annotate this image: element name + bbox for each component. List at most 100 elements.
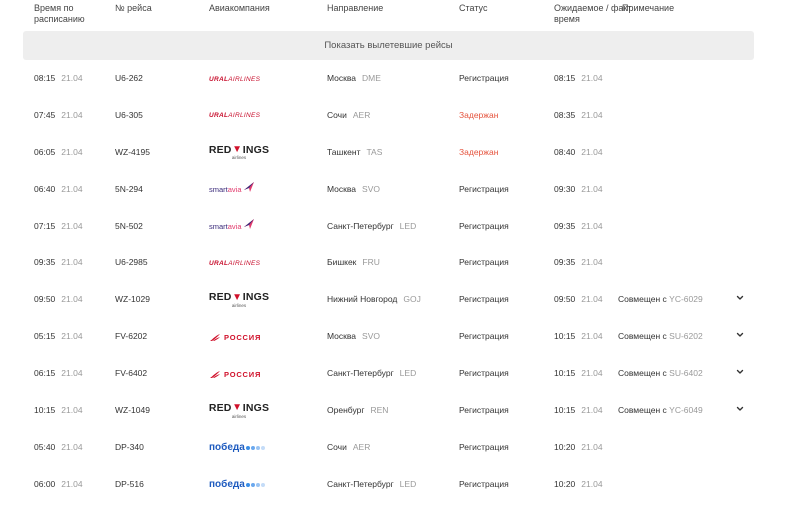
destination-city: Санкт-Петербург	[327, 368, 394, 379]
expected-time: 09:35	[554, 220, 576, 231]
chevron-down-icon[interactable]	[735, 404, 745, 414]
flight-row[interactable]: 09:50 21.04 WZ-1029 RED ▼ INGS airlines Нижний …	[0, 281, 800, 318]
rossiya-logo: РОССИЯ	[209, 333, 261, 342]
flight-number: U6-262	[115, 73, 143, 83]
plane-icon	[243, 219, 254, 230]
flight-number: WZ-4195	[115, 146, 150, 157]
destination-code: LED	[399, 368, 417, 379]
airline-logo: smart avia	[209, 214, 279, 240]
wing-icon: ▼	[232, 291, 243, 303]
flights-list: 08:15 21.04 U6-262 URALAIRLINES Москва DME Рег…	[0, 60, 800, 503]
flight-status: Регистрация	[459, 73, 509, 83]
scheduled-cell: 06:05 21.04	[34, 147, 83, 158]
flight-number: 5N-502	[115, 220, 143, 231]
scheduled-cell: 07:15 21.04	[34, 221, 83, 232]
scheduled-date: 21.04	[61, 73, 83, 83]
scheduled-date: 21.04	[61, 405, 83, 416]
expected-cell: 08:35 21.04	[554, 110, 603, 121]
scheduled-date: 21.04	[61, 368, 83, 379]
flight-row[interactable]: 06:00 21.04 DP-516 победа Санкт-Петербург LED…	[0, 466, 800, 503]
flight-row[interactable]: 05:40 21.04 DP-340 победа Сочи AER Регистрация…	[0, 429, 800, 466]
flight-status: Регистрация	[459, 405, 509, 416]
airline-logo: победа	[209, 472, 279, 498]
expected-date: 21.04	[581, 331, 603, 342]
scheduled-time: 05:15	[34, 331, 56, 342]
airline-logo: РОССИЯ	[209, 324, 279, 350]
note-code: SU-6402	[669, 368, 703, 379]
scheduled-cell: 07:45 21.04	[34, 110, 83, 121]
expected-cell: 10:15 21.04	[554, 331, 603, 342]
chevron-down-icon[interactable]	[735, 293, 745, 303]
destination-city: Оренбург	[327, 405, 365, 416]
expected-time: 09:50	[554, 294, 576, 305]
flight-row[interactable]: 09:35 21.04 U6-2985 URALAIRLINES Бишкек FRU Ре…	[0, 244, 800, 281]
scheduled-cell: 09:35 21.04	[34, 257, 83, 268]
destination-city: Москва	[327, 331, 357, 342]
note-text: Совмещен с	[618, 331, 667, 342]
airline-logo: победа	[209, 435, 279, 461]
header-status: Статус	[459, 3, 488, 13]
destination-cell: Санкт-Петербург LED	[327, 368, 416, 379]
flight-number: FV-6202	[115, 331, 148, 342]
header-note: Примечание	[622, 3, 675, 13]
destination-city: Бишкек	[327, 257, 357, 268]
destination-cell: Бишкек FRU	[327, 257, 380, 268]
destination-cell: Сочи AER	[327, 442, 370, 453]
flight-row[interactable]: 06:40 21.04 5N-294 smart avia Москва SVO Регист…	[0, 171, 800, 208]
flight-number: U6-2985	[115, 257, 148, 268]
flight-row[interactable]: 07:45 21.04 U6-305 URALAIRLINES Сочи AER Задер…	[0, 97, 800, 134]
destination-code: REN	[370, 405, 389, 416]
note-code: SU-6202	[669, 331, 703, 342]
destination-city: Санкт-Петербург	[327, 478, 394, 489]
chevron-down-icon[interactable]	[735, 330, 745, 340]
expected-time: 10:20	[554, 478, 576, 489]
scheduled-date: 21.04	[61, 331, 83, 342]
wing-icon	[210, 370, 220, 378]
flight-status: Задержан	[459, 146, 499, 157]
wing-icon	[210, 333, 220, 341]
expected-date: 21.04	[581, 478, 603, 489]
destination-cell: Ташкент TAS	[327, 147, 382, 158]
flight-row[interactable]: 07:15 21.04 5N-502 smart avia Санкт-Петербург…	[0, 208, 800, 245]
flight-row[interactable]: 05:15 21.04 FV-6202 РОССИЯ Москва SVO Регистра…	[0, 318, 800, 355]
note-text: Совмещен с	[618, 405, 667, 416]
flight-status: Регистрация	[459, 478, 509, 489]
note-cell: Совмещен с YC-6029	[618, 294, 703, 305]
airline-logo: smart avia	[209, 177, 279, 203]
airline-logo: RED ▼ INGS airlines	[209, 398, 279, 424]
flight-row[interactable]: 10:15 21.04 WZ-1049 RED ▼ INGS airlines Оренбур…	[0, 392, 800, 429]
destination-cell: Москва SVO	[327, 184, 380, 195]
destination-cell: Санкт-Петербург LED	[327, 221, 416, 232]
flight-row[interactable]: 06:15 21.04 FV-6402 РОССИЯ Санкт-Петербург LE…	[0, 355, 800, 392]
flight-row[interactable]: 06:05 21.04 WZ-4195 RED ▼ INGS airlines Ташкент…	[0, 134, 800, 171]
expected-cell: 10:20 21.04	[554, 479, 603, 490]
flight-status: Регистрация	[459, 220, 509, 231]
expected-date: 21.04	[581, 405, 603, 416]
destination-cell: Оренбург REN	[327, 405, 388, 416]
chevron-down-icon[interactable]	[735, 367, 745, 377]
rossiya-logo: РОССИЯ	[209, 370, 261, 379]
flight-number: 5N-294	[115, 183, 143, 194]
expected-time: 08:35	[554, 109, 576, 120]
flight-number: WZ-1049	[115, 405, 150, 416]
scheduled-date: 21.04	[61, 220, 83, 231]
expected-cell: 08:40 21.04	[554, 147, 603, 158]
flight-status: Задержан	[459, 109, 499, 120]
expected-date: 21.04	[581, 294, 603, 305]
destination-cell: Москва SVO	[327, 331, 380, 342]
flight-row[interactable]: 08:15 21.04 U6-262 URALAIRLINES Москва DME Рег…	[0, 60, 800, 97]
note-cell: Совмещен с SU-6202	[618, 331, 703, 342]
destination-city: Москва	[327, 73, 357, 83]
show-departed-button[interactable]: Показать вылетевшие рейсы	[23, 31, 754, 60]
scheduled-time: 05:40	[34, 441, 56, 452]
expected-cell: 10:15 21.04	[554, 368, 603, 379]
airline-logo: РОССИЯ	[209, 361, 279, 387]
scheduled-date: 21.04	[61, 183, 83, 194]
scheduled-time: 06:40	[34, 183, 56, 194]
flight-status: Регистрация	[459, 441, 509, 452]
flight-status: Регистрация	[459, 294, 509, 305]
red-wings-logo: RED ▼ INGS airlines	[208, 143, 270, 161]
scheduled-date: 21.04	[61, 478, 83, 489]
destination-city: Ташкент	[327, 146, 361, 157]
plane-icon	[243, 182, 254, 193]
